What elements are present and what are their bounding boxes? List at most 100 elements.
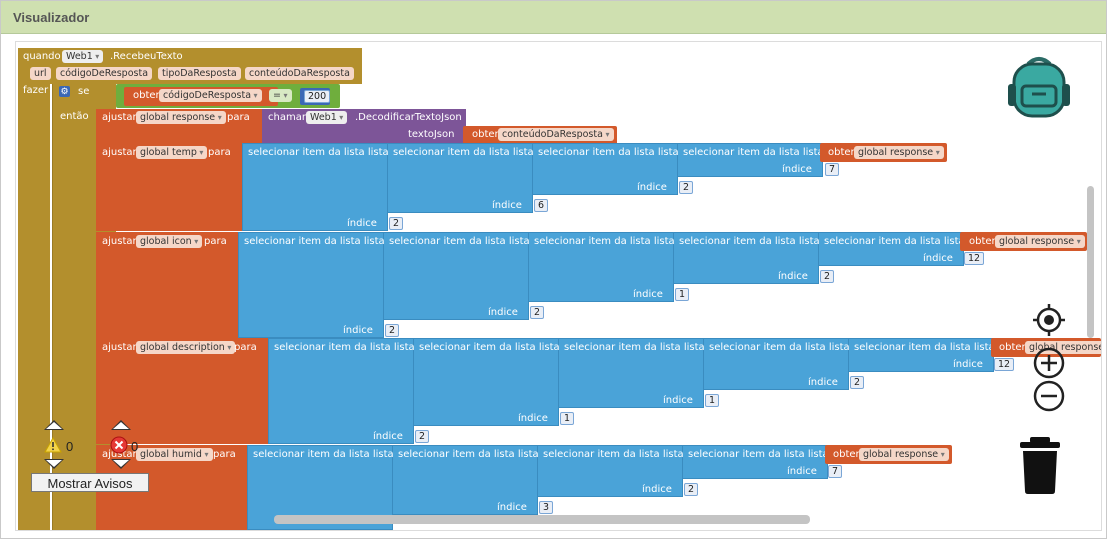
index-value[interactable]: 3 — [539, 501, 554, 514]
index-label: índice — [778, 271, 808, 282]
index-value[interactable]: 2 — [530, 306, 545, 319]
set-icon-var[interactable]: global icon — [136, 235, 203, 248]
param-url[interactable]: url — [30, 67, 51, 80]
backpack-icon[interactable] — [1008, 54, 1070, 118]
select-item-label: selecionar item da lista lista — [398, 449, 539, 460]
show-warnings-button[interactable]: Mostrar Avisos — [31, 473, 149, 492]
decode-component[interactable]: Web1 — [306, 111, 348, 124]
set-response-para: para — [227, 112, 250, 123]
get-response-label: obter — [833, 449, 860, 460]
vertical-scrollbar[interactable] — [1087, 186, 1094, 338]
select-item-label: selecionar item da lista lista — [534, 236, 675, 247]
select-item-block[interactable] — [268, 338, 414, 444]
index-label: índice — [488, 307, 518, 318]
event-component-dropdown[interactable]: Web1 — [62, 50, 104, 63]
index-value[interactable]: 1 — [560, 412, 575, 425]
index-value[interactable]: 1 — [705, 394, 720, 407]
viewer-title-bar: Visualizador — [1, 1, 1106, 34]
index-label: índice — [787, 466, 817, 477]
index-label: índice — [633, 289, 663, 300]
number-200[interactable]: 200 — [304, 90, 331, 103]
get-response-label: obter — [969, 236, 996, 247]
set-response-var[interactable]: global response — [136, 111, 226, 124]
index-value[interactable]: 2 — [389, 217, 404, 230]
zoom-out-icon[interactable] — [1032, 379, 1066, 413]
call-label: chamar — [268, 112, 306, 123]
warning-icon — [44, 437, 62, 453]
select-item-label: selecionar item da lista lista — [679, 236, 820, 247]
horizontal-scrollbar[interactable] — [274, 515, 810, 524]
get-response-var[interactable]: global response — [854, 146, 944, 159]
set-icon-ajustar: ajustar — [102, 236, 137, 247]
param-tipo[interactable]: tipoDaResposta — [158, 67, 241, 80]
recenter-icon[interactable] — [1032, 303, 1066, 337]
get-conteudo-label: obter — [472, 129, 499, 140]
set-description-var[interactable]: global description — [136, 341, 236, 354]
index-label: índice — [642, 484, 672, 495]
blocks-workspace[interactable]: quando Web1 .RecebeuTexto url códigoDeRe… — [15, 41, 1102, 531]
index-label: índice — [373, 431, 403, 442]
index-label: índice — [343, 325, 373, 336]
set-response-ajustar: ajustar — [102, 112, 137, 123]
index-value[interactable]: 2 — [684, 483, 699, 496]
index-label: índice — [497, 502, 527, 513]
error-count: 0 — [131, 439, 139, 454]
set-temp-ajustar: ajustar — [102, 147, 137, 158]
index-value[interactable]: 1 — [675, 288, 690, 301]
param-codigo[interactable]: códigoDeResposta — [56, 67, 153, 80]
index-value[interactable]: 2 — [850, 376, 865, 389]
get-codigo-var[interactable]: códigoDeResposta — [159, 89, 262, 102]
get-response-label: obter — [828, 147, 855, 158]
index-value[interactable]: 12 — [994, 358, 1015, 371]
get-response-var[interactable]: global response — [995, 235, 1085, 248]
index-label: índice — [808, 377, 838, 388]
index-value[interactable]: 7 — [825, 163, 840, 176]
set-description-ajustar: ajustar — [102, 342, 137, 353]
select-item-label: selecionar item da lista lista — [538, 147, 679, 158]
select-item-block[interactable] — [238, 232, 384, 338]
trash-icon[interactable] — [1016, 435, 1064, 495]
index-label: índice — [923, 253, 953, 264]
select-item-label: selecionar item da lista lista — [253, 449, 394, 460]
set-temp-para: para — [208, 147, 231, 158]
index-label: índice — [953, 359, 983, 370]
set-temp-var[interactable]: global temp — [136, 146, 208, 159]
index-value[interactable]: 12 — [964, 252, 985, 265]
get-response-label: obter — [999, 342, 1026, 353]
index-value[interactable]: 2 — [679, 181, 694, 194]
index-value[interactable]: 7 — [828, 465, 843, 478]
select-item-label: selecionar item da lista lista — [564, 342, 705, 353]
index-value[interactable]: 2 — [820, 270, 835, 283]
index-value[interactable]: 2 — [415, 430, 430, 443]
select-item-label: selecionar item da lista lista — [824, 236, 965, 247]
select-item-label: selecionar item da lista lista — [543, 449, 684, 460]
index-value[interactable]: 2 — [385, 324, 400, 337]
select-item-label: selecionar item da lista lista — [248, 147, 389, 158]
select-item-label: selecionar item da lista lista — [274, 342, 415, 353]
select-item-label: selecionar item da lista lista — [688, 449, 829, 460]
compare-operator[interactable]: = — [269, 89, 292, 102]
set-humid-var[interactable]: global humid — [136, 448, 213, 461]
index-label: índice — [492, 200, 522, 211]
event-name-label: .RecebeuTexto — [110, 51, 183, 62]
se-label: se — [78, 86, 90, 97]
param-conteudo[interactable]: conteúdoDaResposta — [245, 67, 354, 80]
event-when-label: quando — [23, 51, 61, 62]
index-value[interactable]: 6 — [534, 199, 549, 212]
index-label: índice — [663, 395, 693, 406]
zoom-in-icon[interactable] — [1032, 346, 1066, 380]
index-label: índice — [347, 218, 377, 229]
select-item-label: selecionar item da lista lista — [854, 342, 995, 353]
get-response-var[interactable]: global response — [859, 448, 949, 461]
get-conteudo-var[interactable]: conteúdoDaResposta — [498, 128, 614, 141]
decode-method: .DecodificarTextoJson — [355, 112, 462, 123]
entao-label: então — [60, 111, 89, 122]
select-item-label: selecionar item da lista lista — [389, 236, 530, 247]
decode-arg-label: textoJson — [408, 129, 455, 140]
gear-icon[interactable]: ⚙ — [59, 86, 70, 97]
set-humid-para: para — [213, 449, 236, 460]
set-description-para: para — [234, 342, 257, 353]
viewer-title: Visualizador — [13, 10, 90, 25]
set-icon-para: para — [204, 236, 227, 247]
select-item-label: selecionar item da lista lista — [393, 147, 534, 158]
